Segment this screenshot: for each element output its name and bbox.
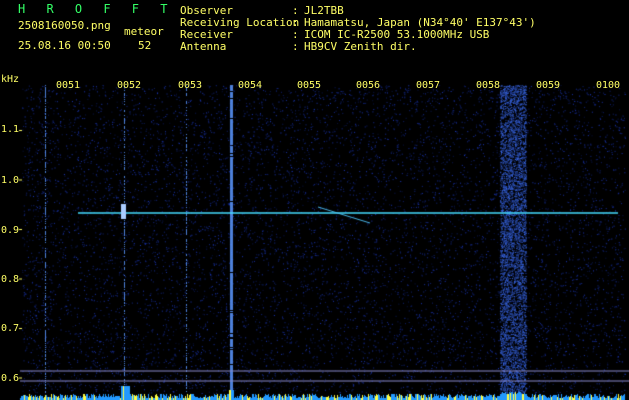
y-tick-label: 1.0 [1,175,20,186]
y-tick-label: 0.9 [1,225,20,236]
info-value: HB9CV Zenith dir. [304,40,417,53]
x-tick-label: 0055 [297,80,322,91]
x-tick-label: 0051 [56,80,81,91]
info-sep: : [292,40,299,53]
y-tick-label: 0.6 [1,373,20,384]
x-tick-label: 0054 [238,80,263,91]
file-datetime: 25.08.16 00:50 [18,39,111,52]
app-title: H R O F F T [18,2,175,16]
x-tick-label: 0059 [536,80,561,91]
info-antenna: Antenna: HB9CV Zenith dir. [180,41,417,53]
y-tick-label: 1.1 [1,124,20,135]
meteor-count: 52 [138,39,152,52]
y-tick-label: 0.7 [1,323,20,334]
x-tick-label: 0100 [596,80,621,91]
x-tick-label: 0056 [356,80,381,91]
x-tick-label: 0057 [416,80,441,91]
x-tick-label: 0058 [476,80,501,91]
spectrogram [0,75,629,400]
x-tick-label: 0052 [117,80,142,91]
info-key: Antenna [180,40,227,53]
file-name: 2508160050.png [18,19,111,32]
y-tick-label: 0.8 [1,274,20,285]
x-tick-label: 0053 [178,80,203,91]
meteor-label: meteor [124,25,164,38]
unit-label: kHz [1,74,20,85]
